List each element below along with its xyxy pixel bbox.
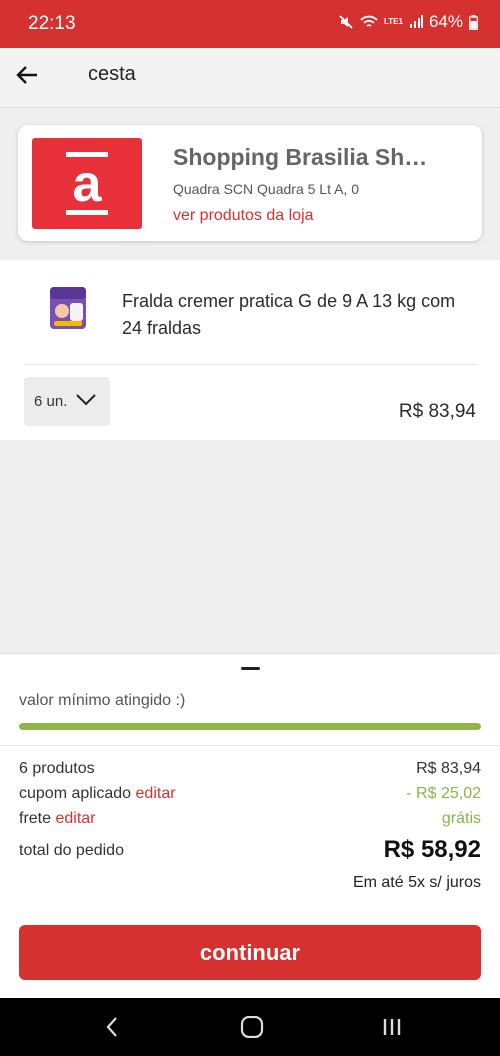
arrow-left-icon <box>16 66 37 84</box>
products-subtotal: R$ 83,94 <box>416 760 481 777</box>
total-label: total do pedido <box>19 842 124 859</box>
minimum-order-progress <box>19 723 481 730</box>
status-icons: LTE1 64% <box>338 12 478 32</box>
mute-icon <box>339 15 353 29</box>
chevron-left-icon <box>106 1017 117 1037</box>
progress-fill <box>19 723 481 730</box>
store-card[interactable]: a Shopping Brasilia Sh… Quadra SCN Quadr… <box>18 125 482 241</box>
product-thumbnail <box>50 287 86 329</box>
cart-item: Fralda cremer pratica G de 9 A 13 kg com… <box>0 260 500 440</box>
total-value: R$ 58,92 <box>383 836 481 863</box>
nav-recents-button[interactable] <box>378 1014 406 1040</box>
installments-info: Em até 5x s/ juros <box>352 874 481 891</box>
lte-indicator: LTE1 <box>384 17 403 26</box>
battery-icon <box>469 14 478 30</box>
logo-bar-bottom <box>66 210 108 215</box>
wifi-icon <box>360 15 378 27</box>
products-count: 6 produtos <box>19 760 95 777</box>
minimum-order-label: valor mínimo atingido :) <box>19 692 186 709</box>
page-title: cesta <box>88 63 136 85</box>
store-address: Quadra SCN Quadra 5 Lt A, 0 <box>173 181 359 197</box>
back-button[interactable] <box>12 60 42 90</box>
app-header: cesta <box>0 48 500 108</box>
products-row: 6 produtos R$ 83,94 <box>19 760 481 778</box>
shipping-value: grátis <box>441 810 481 827</box>
nav-back-button[interactable] <box>98 1014 126 1040</box>
coupon-discount: - R$ 25,02 <box>406 785 481 802</box>
system-nav-bar <box>0 998 500 1056</box>
shipping-row: frete editar grátis <box>19 810 481 828</box>
store-products-link[interactable]: ver produtos da loja <box>173 207 314 225</box>
store-logo: a <box>32 138 142 229</box>
coupon-edit-link[interactable]: editar <box>136 785 176 802</box>
status-time: 22:13 <box>28 13 76 34</box>
coupon-row: cupom aplicado editar - R$ 25,02 <box>19 785 481 803</box>
logo-letter: a <box>72 155 102 213</box>
store-name: Shopping Brasilia Sh… <box>173 144 428 170</box>
shipping-edit-link[interactable]: editar <box>55 810 95 827</box>
recents-icon <box>383 1019 401 1035</box>
status-bar: 22:13 LTE1 64% <box>0 0 500 48</box>
quantity-value: 6 un. <box>34 393 68 410</box>
order-summary-sheet: valor mínimo atingido :) 6 produtos R$ 8… <box>0 653 500 998</box>
coupon-label: cupom aplicado <box>19 785 132 802</box>
continue-button[interactable]: continuar <box>19 925 481 980</box>
total-row: total do pedido R$ 58,92 <box>19 836 481 863</box>
chevron-down-icon <box>76 394 96 406</box>
sheet-drag-handle[interactable] <box>241 667 260 670</box>
product-price: R$ 83,94 <box>398 401 476 422</box>
divider <box>24 364 476 365</box>
shipping-label: frete <box>19 810 52 827</box>
quantity-select[interactable]: 6 un. <box>24 377 110 426</box>
nav-home-button[interactable] <box>238 1014 266 1040</box>
battery-percent: 64% <box>428 12 463 31</box>
divider <box>0 745 500 746</box>
signal-icon <box>409 15 423 28</box>
product-name: Fralda cremer pratica G de 9 A 13 kg com… <box>122 291 456 338</box>
home-circle-icon <box>240 1016 264 1038</box>
